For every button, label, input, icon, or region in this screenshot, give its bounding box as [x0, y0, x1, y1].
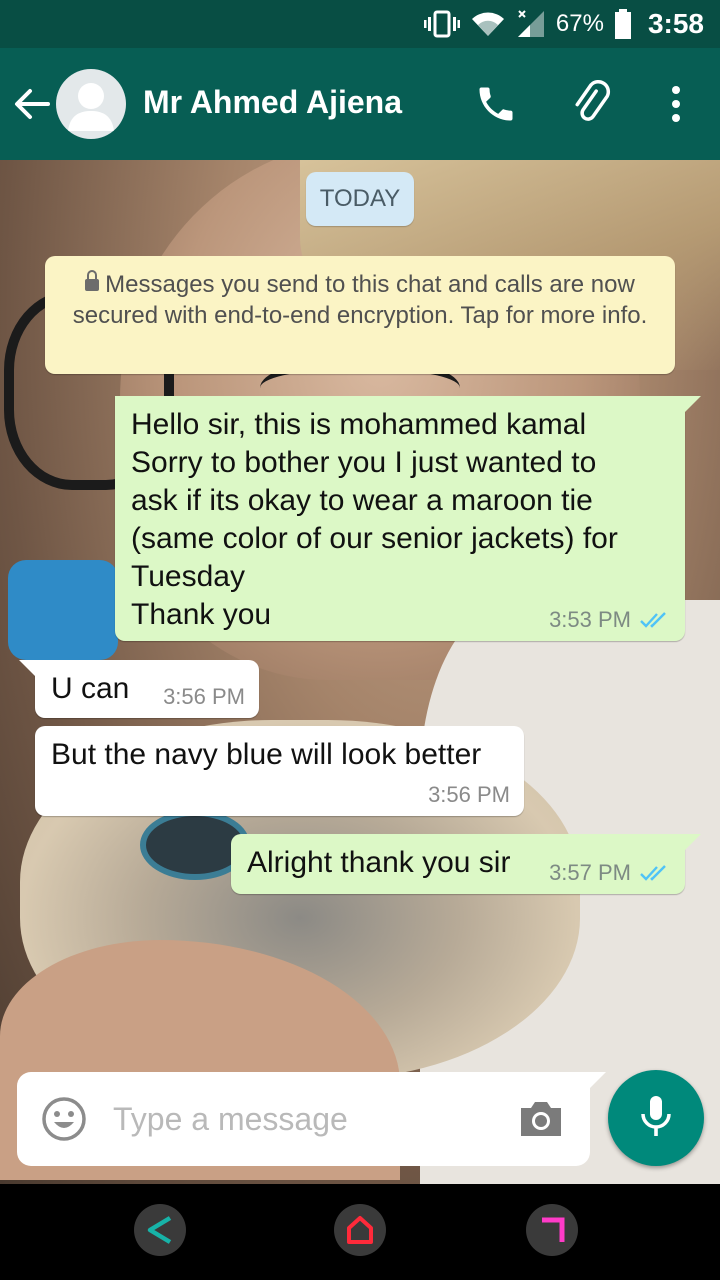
- message-text: U can: [51, 672, 130, 705]
- more-options-button[interactable]: [660, 80, 692, 128]
- emoji-icon: [42, 1097, 86, 1141]
- encryption-notice-text: Messages you send to this chat and calls…: [72, 271, 648, 329]
- status-time: 3:58: [647, 8, 704, 39]
- emoji-button[interactable]: [41, 1096, 87, 1142]
- message-time: 3:53 PM: [549, 607, 631, 632]
- message-bubble-incoming[interactable]: But the navy blue will look better 3:56 …: [35, 726, 524, 816]
- avatar-placeholder-icon: [68, 83, 114, 131]
- message-meta: 3:53 PM: [549, 607, 671, 633]
- voice-message-button[interactable]: [608, 1070, 704, 1166]
- nav-back-button[interactable]: [134, 1204, 186, 1256]
- voice-call-button[interactable]: [474, 82, 518, 126]
- message-composer: [17, 1072, 606, 1166]
- status-bar: 67% 3:58: [0, 0, 720, 48]
- paperclip-icon: [575, 80, 611, 121]
- navigation-bar: [0, 1184, 720, 1280]
- contact-name[interactable]: Mr Ahmed Ajiena: [143, 84, 402, 121]
- nav-recents-button[interactable]: [526, 1204, 578, 1256]
- double-check-read-icon: [640, 865, 666, 881]
- message-text: But the navy blue will look better: [51, 738, 482, 771]
- message-time: 3:56 PM: [428, 782, 510, 807]
- more-vertical-icon: [672, 86, 680, 122]
- status-icons: 67% 3:58: [423, 0, 704, 48]
- message-text: Alright thank you sir: [247, 846, 511, 879]
- message-bubble-outgoing[interactable]: Hello sir, this is mohammed kamal Sorry …: [115, 396, 701, 641]
- message-meta: 3:56 PM: [428, 782, 510, 808]
- back-button[interactable]: [12, 80, 52, 128]
- encryption-notice[interactable]: Messages you send to this chat and calls…: [45, 256, 675, 374]
- message-text: Hello sir, this is mohammed kamal Sorry …: [131, 408, 618, 631]
- chat-header: Mr Ahmed Ajiena: [0, 48, 720, 160]
- message-time: 3:57 PM: [549, 860, 631, 885]
- phone-icon: [479, 87, 513, 121]
- message-time: 3:56 PM: [163, 684, 245, 709]
- camera-icon: [521, 1102, 561, 1136]
- nav-back-icon: [147, 1216, 172, 1244]
- wifi-icon: [471, 12, 504, 36]
- nav-home-button[interactable]: [334, 1204, 386, 1256]
- lock-icon: [85, 270, 100, 293]
- nav-recents-icon: [542, 1217, 565, 1242]
- double-check-read-icon: [640, 612, 666, 628]
- date-chip: TODAY: [306, 172, 414, 226]
- message-bubble-incoming[interactable]: U can 3:56 PM: [19, 660, 259, 718]
- avatar[interactable]: [56, 69, 126, 139]
- message-input[interactable]: [113, 1094, 493, 1144]
- vibrate-icon: [423, 10, 460, 38]
- chat-area[interactable]: TODAY Messages you send to this chat and…: [0, 160, 720, 1184]
- message-meta: 3:56 PM: [163, 684, 245, 710]
- battery-icon: [614, 9, 631, 39]
- message-meta: 3:57 PM: [549, 860, 671, 886]
- camera-button[interactable]: [517, 1098, 565, 1140]
- nav-home-icon: [347, 1216, 373, 1244]
- attach-button[interactable]: [568, 78, 616, 126]
- signal-icon: [517, 10, 544, 37]
- message-bubble-outgoing[interactable]: Alright thank you sir 3:57 PM: [231, 834, 701, 894]
- battery-percent: 67%: [555, 10, 604, 37]
- microphone-icon: [641, 1096, 671, 1136]
- back-arrow-icon: [15, 89, 50, 119]
